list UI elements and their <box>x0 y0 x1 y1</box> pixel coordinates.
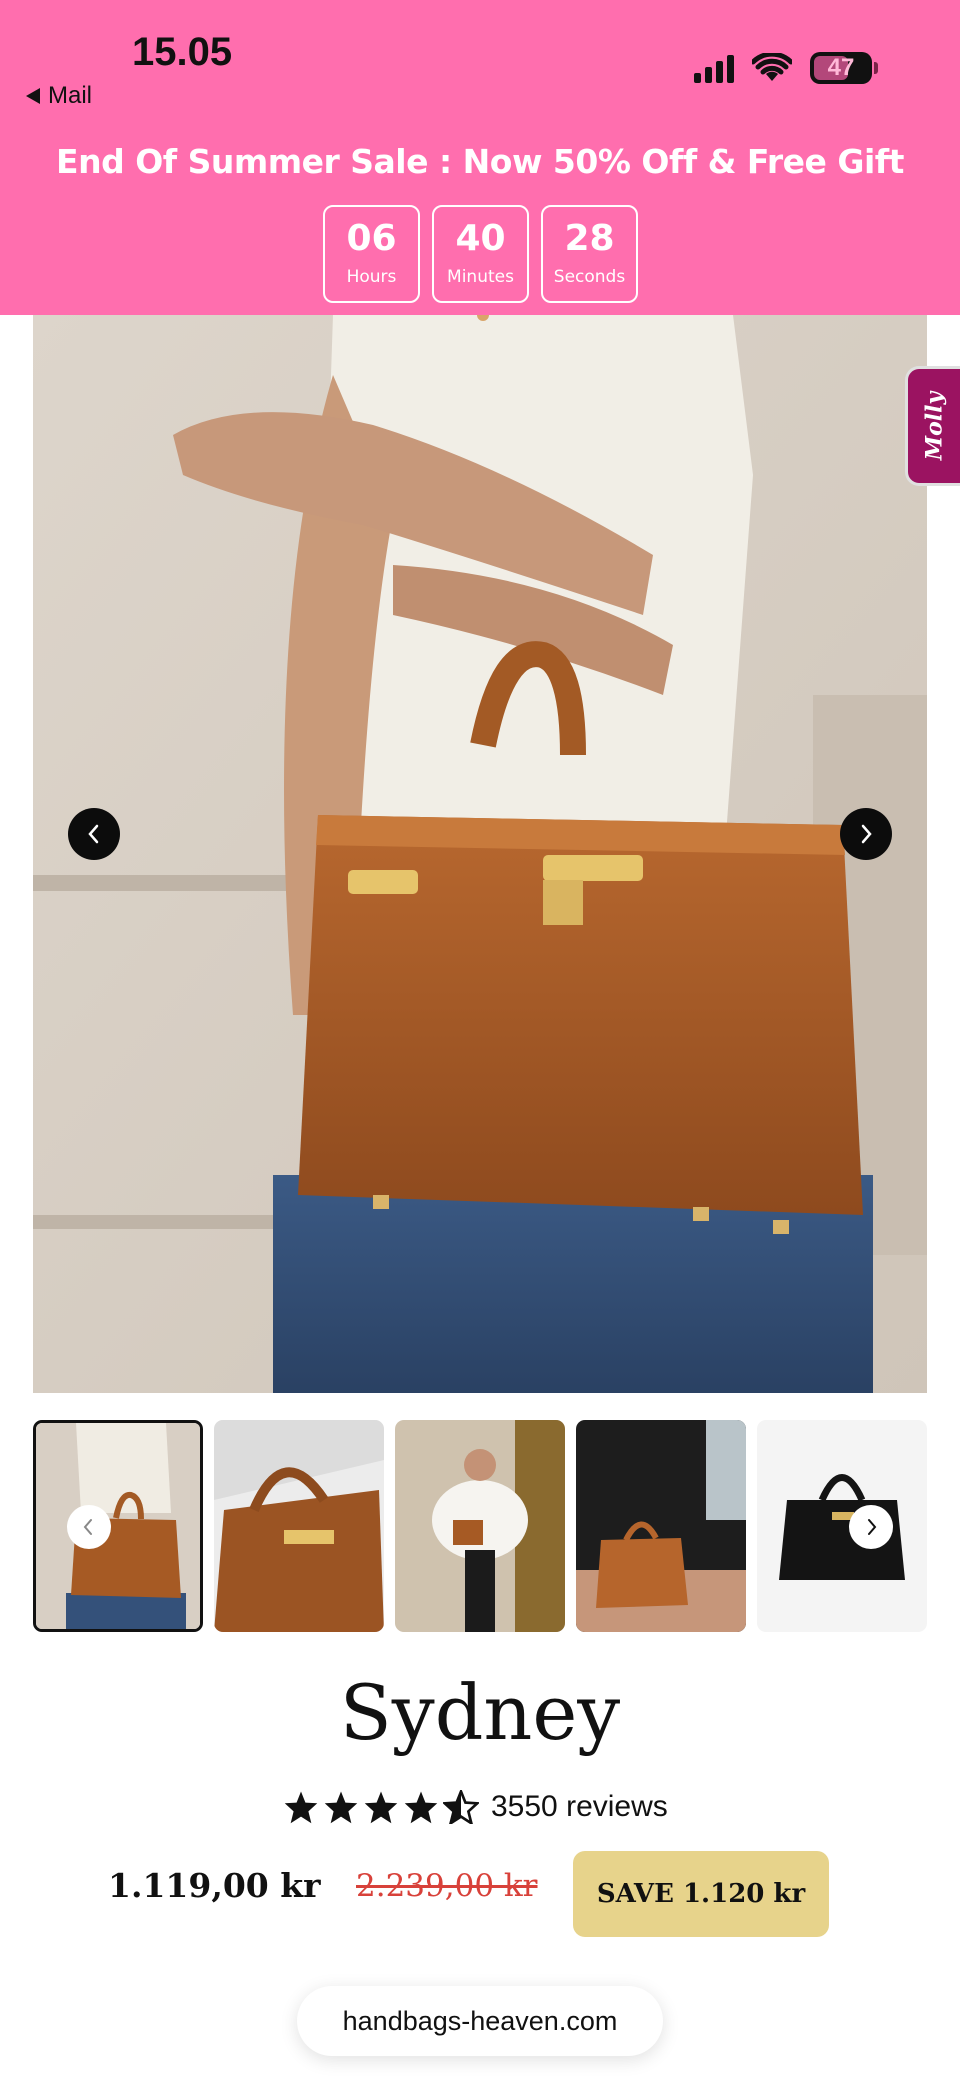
thumb-brown-bag-closeup <box>214 1420 384 1632</box>
thumbnail-4[interactable] <box>576 1420 746 1632</box>
hero-prev-button[interactable] <box>68 808 120 860</box>
product-main-image[interactable] <box>33 315 927 1393</box>
wifi-icon <box>752 53 792 81</box>
molly-label: Molly <box>921 391 947 461</box>
star-full-icon <box>324 1791 358 1824</box>
back-to-mail[interactable]: Mail <box>26 82 92 110</box>
chevron-left-icon <box>88 824 99 844</box>
product-rating[interactable]: 3550 reviews <box>283 1790 668 1824</box>
molly-side-tab[interactable]: Molly <box>905 366 960 486</box>
thumbnail-next-button[interactable] <box>849 1505 893 1549</box>
thumbnail-3[interactable] <box>395 1420 565 1632</box>
promo-text: End Of Summer Sale : Now 50% Off & Free … <box>56 142 904 181</box>
thumbnail-1[interactable] <box>33 1420 203 1632</box>
thumbnail-5[interactable] <box>757 1420 927 1632</box>
rating-stars <box>283 1790 479 1824</box>
review-count: 3550 reviews <box>491 1790 668 1823</box>
status-time: 15.05 <box>132 30 233 74</box>
thumb-bag-black-dress <box>576 1420 746 1632</box>
back-triangle-icon <box>26 88 40 104</box>
cell-signal-icon <box>694 53 734 83</box>
star-full-icon <box>364 1791 398 1824</box>
sale-price: 1.119,00 kr <box>108 1866 321 1905</box>
thumb-black-bag <box>757 1420 927 1632</box>
hero-next-button[interactable] <box>840 808 892 860</box>
browser-url-bar[interactable]: handbags-heaven.com <box>297 1986 663 2056</box>
star-full-icon <box>404 1791 438 1824</box>
star-full-icon <box>284 1791 318 1824</box>
thumbnail-2[interactable] <box>214 1420 384 1632</box>
thumb-brown-bag-held <box>36 1423 200 1629</box>
thumb-woman-white-fur <box>395 1420 565 1632</box>
back-label: Mail <box>48 82 93 109</box>
chevron-right-icon <box>868 1519 877 1535</box>
sale-header: 15.05 Mail 47 End Of Summer Sale : Now 5… <box>0 0 960 315</box>
thumbnail-prev-button[interactable] <box>67 1505 111 1549</box>
battery-level: 47 <box>827 54 855 81</box>
battery-icon: 47 <box>810 52 878 84</box>
product-photo <box>33 315 927 1393</box>
status-icons: 47 <box>694 52 878 84</box>
original-price: 2.239,00 kr <box>356 1868 538 1904</box>
thumbnail-strip <box>33 1420 927 1632</box>
product-title: Sydney <box>339 1668 621 1757</box>
countdown-seconds: 28 Seconds <box>541 205 638 303</box>
star-half-icon <box>443 1790 479 1824</box>
countdown-timer: 06 Hours 40 Minutes 28 Seconds <box>323 205 638 303</box>
countdown-hours: 06 Hours <box>323 205 420 303</box>
countdown-minutes: 40 Minutes <box>432 205 529 303</box>
chevron-right-icon <box>861 824 872 844</box>
save-badge: SAVE 1.120 kr <box>573 1851 829 1937</box>
chevron-left-icon <box>83 1519 92 1535</box>
